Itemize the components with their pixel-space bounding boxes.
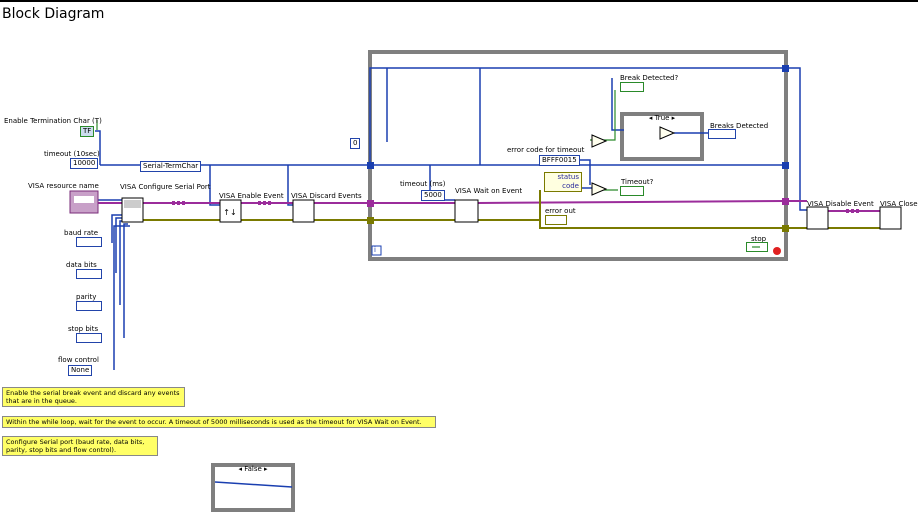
svg-text:↑↓: ↑↓ bbox=[223, 208, 236, 217]
visa-configure-node[interactable] bbox=[121, 197, 144, 223]
note-configure-serial: Configure Serial port (baud rate, data b… bbox=[2, 436, 158, 456]
case-selector-false[interactable]: ◂ False ▸ bbox=[215, 465, 291, 474]
case-false-label: False bbox=[244, 465, 262, 473]
case-true-label: True bbox=[654, 114, 670, 122]
parity-label: parity bbox=[76, 293, 97, 301]
break-detected-label: Break Detected? bbox=[620, 74, 679, 82]
timeout-ms-constant[interactable]: 5000 bbox=[421, 190, 445, 201]
timeout-indicator-label: Timeout? bbox=[621, 178, 654, 186]
enable-event-node-label: VISA Enable Event bbox=[219, 192, 284, 200]
break-detected-indicator bbox=[620, 82, 644, 92]
serial-termchar-constant[interactable]: Serial-TermChar bbox=[140, 161, 202, 172]
error-out-indicator bbox=[545, 215, 567, 225]
zero-constant[interactable]: 0 bbox=[350, 138, 361, 149]
note-enable-events: Enable the serial break event and discar… bbox=[2, 387, 185, 407]
loop-stop-terminal[interactable] bbox=[773, 247, 781, 255]
close-node-label: VISA Close bbox=[880, 200, 918, 208]
data-bits-control[interactable] bbox=[76, 269, 102, 279]
stop-bits-control[interactable] bbox=[76, 333, 102, 343]
visa-discard-events-node[interactable] bbox=[292, 199, 315, 223]
unbundle-status: status bbox=[557, 173, 579, 181]
term-char-control[interactable]: TF bbox=[80, 126, 95, 137]
iteration-label: i bbox=[374, 246, 376, 254]
data-bits-label: data bits bbox=[66, 261, 97, 269]
note-while-loop: Within the while loop, wait for the even… bbox=[2, 416, 436, 428]
term-char-label: Enable Termination Char (T) bbox=[4, 117, 102, 125]
equal-node bbox=[591, 182, 608, 196]
increment-node bbox=[659, 126, 676, 140]
discard-events-node-label: VISA Discard Events bbox=[291, 192, 362, 200]
parity-control[interactable] bbox=[76, 301, 102, 311]
stop-button[interactable] bbox=[746, 242, 768, 252]
timeout-indicator bbox=[620, 186, 644, 196]
timeout-label: timeout (10sec) bbox=[44, 150, 100, 158]
visa-wait-on-event-node[interactable] bbox=[454, 199, 479, 223]
disable-event-node-label: VISA Disable Event bbox=[807, 200, 874, 208]
baud-rate-control[interactable] bbox=[76, 237, 102, 247]
configure-node-label: VISA Configure Serial Port bbox=[120, 183, 211, 191]
visa-close-node[interactable] bbox=[879, 206, 902, 230]
wait-on-event-node-label: VISA Wait on Event bbox=[455, 187, 523, 195]
visa-disable-event-node[interactable] bbox=[806, 206, 829, 230]
visa-enable-event-node[interactable]: ↑↓ bbox=[219, 199, 242, 223]
breaks-detected-indicator bbox=[708, 129, 736, 139]
unbundle-code: code bbox=[562, 182, 579, 190]
stop-bits-label: stop bits bbox=[68, 325, 99, 333]
error-code-constant[interactable]: BFFF0015 bbox=[539, 155, 580, 166]
unbundle-by-name: status code bbox=[544, 172, 582, 192]
visa-wires bbox=[98, 200, 880, 212]
baud-rate-label: baud rate bbox=[64, 229, 99, 237]
error-out-label: error out bbox=[545, 207, 576, 215]
timeout-ms-label: timeout (ms) bbox=[400, 180, 446, 188]
flow-control-control[interactable]: None bbox=[68, 365, 93, 376]
not-equal-node bbox=[591, 134, 608, 148]
flow-control-label: flow control bbox=[58, 356, 99, 364]
resource-label: VISA resource name bbox=[28, 182, 99, 190]
timeout-control[interactable]: 10000 bbox=[70, 158, 99, 169]
error-code-label: error code for timeout bbox=[507, 146, 585, 154]
case-selector-true[interactable]: ◂ True ▸ bbox=[624, 114, 700, 123]
